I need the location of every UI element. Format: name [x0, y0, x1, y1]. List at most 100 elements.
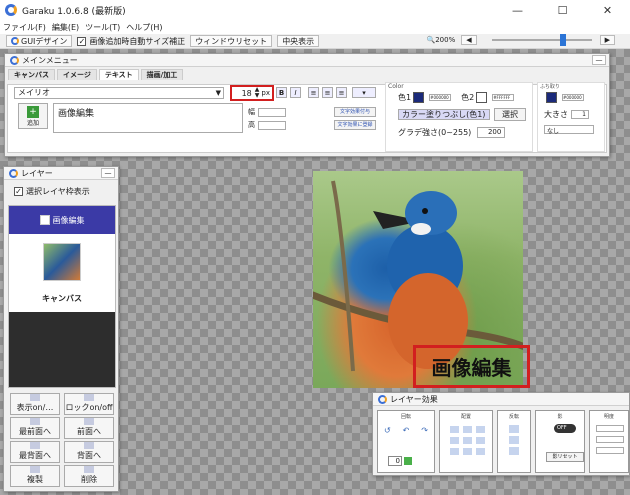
font-size-stepper[interactable]: 18 ▲ ▼ px — [230, 85, 274, 101]
zoom-slider-thumb[interactable] — [559, 34, 566, 46]
bring-front-icon — [30, 418, 40, 425]
tab-text[interactable]: テキスト — [98, 69, 139, 80]
font-select[interactable]: メイリオ ▼ — [14, 87, 224, 99]
main-menu-titlebar[interactable]: メインメニュー — — [5, 54, 609, 67]
align-left-icon[interactable]: ≡ — [308, 87, 319, 98]
align-top-icon[interactable] — [463, 426, 472, 433]
text-layer-thumb-icon — [39, 215, 50, 225]
layer-effect-panel: レイヤー効果 回転 ↺ ↶ ↷ 0 配置 反転 影 OFF 影リセット 明度 — [372, 392, 630, 476]
panel-minimize-button[interactable]: — — [101, 168, 115, 178]
tab-canvas[interactable]: キャンバス — [8, 69, 55, 80]
bring-forward-button[interactable]: 前面へ — [64, 417, 114, 439]
register-text-effect-button[interactable]: 文字効果に登録 — [334, 120, 376, 130]
zoom-slider[interactable] — [491, 34, 592, 46]
bold-button[interactable]: B — [276, 87, 287, 98]
zoom-plus-button[interactable]: ▶ — [599, 35, 615, 45]
rotate-right-icon[interactable]: ↷ — [421, 426, 428, 435]
align-bottom-left-icon[interactable] — [450, 448, 459, 455]
gradient-stepper[interactable]: 200 — [477, 127, 506, 138]
align-right-icon[interactable] — [476, 437, 485, 444]
color1-hex[interactable]: #000000 — [429, 94, 452, 101]
bring-to-front-button[interactable]: 最前面へ — [10, 417, 60, 439]
rotate-reset-icon[interactable]: ↺ — [384, 426, 391, 435]
auto-resize-label: 画像追加時自動サイズ補正 — [89, 36, 186, 46]
fill-select-button[interactable]: 選択 — [494, 108, 526, 121]
align-center-icon[interactable] — [463, 437, 472, 444]
border-color-swatch[interactable] — [546, 92, 557, 103]
gradient-label: グラデ強さ(0~255) — [398, 128, 472, 137]
apply-text-effect-button[interactable]: 文字効果付与 — [334, 107, 376, 117]
layer-item-canvas[interactable]: キャンバス — [9, 234, 115, 308]
bring-to-front-label: 最前面へ — [19, 427, 51, 436]
tab-draw[interactable]: 描画/加工 — [140, 69, 184, 80]
panel-minimize-button[interactable]: — — [592, 55, 606, 65]
border-size-stepper[interactable]: 1 — [571, 110, 589, 119]
send-backward-button[interactable]: 背面へ — [64, 441, 114, 463]
minimize-button[interactable]: — — [495, 0, 540, 20]
rotate-stepper[interactable]: 0 — [388, 456, 402, 466]
layer-item-text[interactable]: 画像編集 — [9, 206, 115, 234]
shadow-reset-button[interactable]: 影リセット — [546, 452, 584, 462]
send-to-back-button[interactable]: 最背面へ — [10, 441, 60, 463]
close-button[interactable]: ✕ — [585, 0, 630, 20]
align-center-icon[interactable]: ≡ — [322, 87, 333, 98]
align-right-icon[interactable]: ≡ — [336, 87, 347, 98]
align-bottom-icon[interactable] — [463, 448, 472, 455]
border-hex[interactable]: #000000 — [562, 94, 584, 101]
app-logo-icon — [378, 394, 387, 404]
gui-design-button[interactable]: GUIデザイン — [6, 35, 73, 47]
apply-rotate-icon[interactable] — [404, 457, 412, 465]
height-row: 高 — [248, 120, 286, 130]
menu-edit[interactable]: 編集(E) — [52, 22, 79, 33]
app-logo-icon — [5, 4, 17, 16]
show-frame-checkbox[interactable]: ✓ 選択レイヤ枠表示 — [4, 180, 118, 201]
zoom-reset-button[interactable]: ◀ — [461, 35, 477, 45]
spin-arrows-icon[interactable]: ▲ ▼ — [255, 87, 260, 99]
menu-tools[interactable]: ツール(T) — [85, 22, 120, 33]
delete-button[interactable]: 削除 — [64, 465, 114, 487]
shadow-toggle[interactable]: OFF — [554, 424, 576, 433]
height-stepper[interactable] — [258, 120, 286, 130]
window-reset-button[interactable]: ウィンドウリセット — [190, 35, 273, 47]
italic-button[interactable]: I — [290, 87, 301, 98]
align-left-icon[interactable] — [450, 437, 459, 444]
zoom-control: 🔍 200% ◀ ▶ — [426, 34, 620, 46]
duplicate-button[interactable]: 複製 — [10, 465, 60, 487]
layer-panel-titlebar[interactable]: レイヤー — — [4, 167, 118, 180]
menu-help[interactable]: ヘルプ(H) — [126, 22, 162, 33]
align-top-left-icon[interactable] — [450, 426, 459, 433]
flip-horizontal-icon[interactable] — [509, 425, 519, 433]
flip-vertical-icon[interactable] — [509, 436, 519, 444]
maximize-button[interactable]: ☐ — [540, 0, 585, 20]
align-bottom-right-icon[interactable] — [476, 448, 485, 455]
border-mode-select[interactable]: なし — [544, 125, 594, 135]
center-view-button[interactable]: 中央表示 — [277, 35, 320, 47]
color2-swatch[interactable] — [476, 92, 488, 103]
text-input[interactable]: 画像編集 — [53, 103, 243, 133]
flip-buttons — [498, 425, 530, 455]
width-stepper[interactable] — [258, 107, 286, 117]
line-spacing-select[interactable]: ▾ — [352, 87, 376, 98]
align-top-right-icon[interactable] — [476, 426, 485, 433]
layer-list: 画像編集 キャンバス — [8, 205, 116, 388]
color2-hex[interactable]: #FFFFFF — [492, 94, 515, 101]
tab-image[interactable]: イメージ — [57, 69, 97, 80]
menu-file[interactable]: ファイル(F) — [3, 22, 46, 33]
zoom-level: 200% — [435, 36, 456, 44]
add-text-button[interactable]: + 追加 — [18, 103, 48, 129]
flip-both-icon[interactable] — [509, 447, 519, 455]
trash-icon — [84, 466, 94, 473]
rotate-left-icon[interactable]: ↶ — [403, 426, 410, 435]
contrast-stepper[interactable] — [596, 447, 624, 454]
layer-effect-titlebar[interactable]: レイヤー効果 — [373, 393, 629, 406]
brightness-stepper[interactable] — [596, 436, 624, 443]
color1-label: 色1 — [398, 93, 412, 102]
height-label: 高 — [248, 121, 255, 129]
opacity-stepper[interactable] — [596, 425, 624, 432]
fill-mode-select[interactable]: カラー塗りつぶし(色1) — [398, 109, 490, 120]
auto-resize-checkbox[interactable]: ✓ 画像追加時自動サイズ補正 — [77, 36, 185, 47]
canvas-text-layer[interactable]: 画像編集 — [413, 345, 530, 388]
toggle-visibility-button[interactable]: 表示on/… — [10, 393, 60, 415]
color1-swatch[interactable] — [413, 92, 425, 103]
toggle-lock-button[interactable]: ロックon/off — [64, 393, 114, 415]
